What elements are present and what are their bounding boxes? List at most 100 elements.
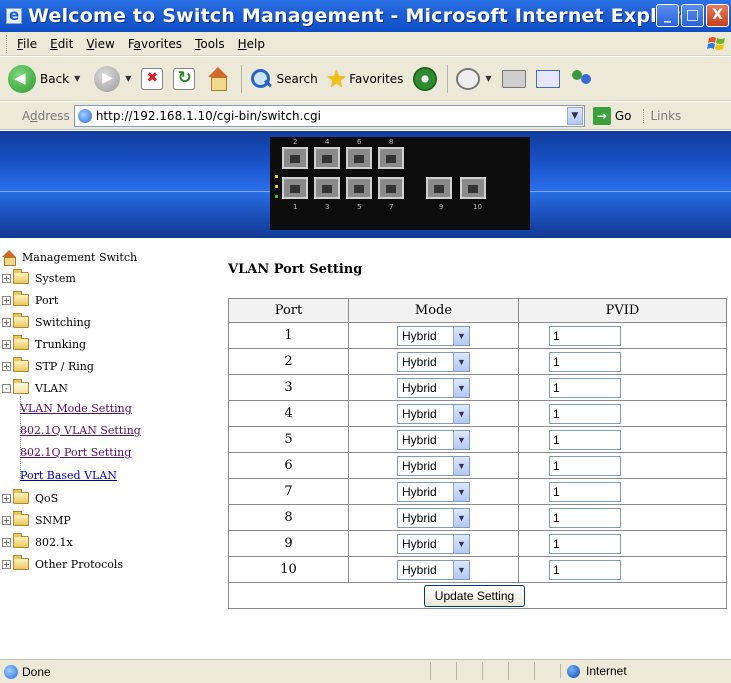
forward-dropdown-icon[interactable]: ▼ <box>125 74 131 83</box>
mode-select[interactable]: Hybrid ▼ <box>397 351 470 372</box>
mode-select[interactable]: Hybrid ▼ <box>397 559 470 580</box>
uplink-port-icon <box>426 177 452 199</box>
menu-edit-label: dit <box>57 36 74 51</box>
tree-item-label: Switching <box>35 315 91 329</box>
history-dropdown-icon[interactable]: ▼ <box>485 74 491 83</box>
expand-icon[interactable]: + <box>2 559 11 569</box>
chevron-down-icon[interactable]: ▼ <box>453 404 469 423</box>
menu-help[interactable]: Help <box>238 37 265 51</box>
minimize-button[interactable]: _ <box>656 4 679 27</box>
expand-icon[interactable]: + <box>2 515 11 525</box>
update-setting-button[interactable]: Update Setting <box>423 584 526 607</box>
chevron-down-icon[interactable]: ▼ <box>453 456 469 475</box>
chevron-down-icon[interactable]: ▼ <box>453 326 469 345</box>
standard-toolbar: Back ▼ ▼ Search ★ Favorites ▼ <box>0 57 731 101</box>
tree-item-port[interactable]: + Port <box>2 291 58 308</box>
search-button[interactable]: Search <box>250 68 318 90</box>
mode-select[interactable]: Hybrid ▼ <box>397 325 470 346</box>
tree-root-management-switch[interactable]: Management Switch <box>2 250 137 266</box>
pvid-input[interactable] <box>549 507 621 528</box>
media-button[interactable] <box>413 66 438 91</box>
print-button[interactable] <box>501 69 526 88</box>
tree-item-system[interactable]: + System <box>2 269 76 286</box>
uplink-number-label: 9 <box>439 203 444 211</box>
mode-select[interactable]: Hybrid ▼ <box>397 377 470 398</box>
menu-file[interactable]: File <box>17 37 37 51</box>
menubar-grip[interactable] <box>6 34 9 53</box>
forward-button[interactable] <box>94 65 121 92</box>
chevron-down-icon[interactable]: ▼ <box>453 352 469 371</box>
pvid-cell <box>518 400 727 427</box>
pvid-input[interactable] <box>549 533 621 554</box>
refresh-button[interactable] <box>173 67 196 90</box>
tree-item-8021x[interactable]: + 802.1x <box>2 533 73 550</box>
menu-tools[interactable]: Tools <box>195 37 225 51</box>
messenger-button[interactable] <box>570 68 594 90</box>
switch-port-icon <box>314 177 340 199</box>
ie-app-icon[interactable] <box>6 6 22 24</box>
chevron-down-icon[interactable]: ▼ <box>453 378 469 397</box>
tree-item-trunking[interactable]: + Trunking <box>2 335 86 352</box>
favorites-button[interactable]: ★ Favorites <box>326 65 404 93</box>
tree-item-vlan[interactable]: - VLAN <box>2 379 68 396</box>
tree-item-qos[interactable]: + QoS <box>2 489 58 506</box>
search-icon <box>250 68 272 90</box>
tree-item-stp-ring[interactable]: + STP / Ring <box>2 357 94 374</box>
mode-select[interactable]: Hybrid ▼ <box>397 403 470 424</box>
tree-item-snmp[interactable]: + SNMP <box>2 511 71 528</box>
chevron-down-icon[interactable]: ▼ <box>453 560 469 579</box>
port-number-label: 3 <box>325 203 330 211</box>
collapse-icon[interactable]: - <box>2 383 11 393</box>
menu-favorites[interactable]: Favorites <box>128 37 182 51</box>
window-titlebar[interactable]: Welcome to Switch Management - Microsoft… <box>0 0 731 32</box>
mode-select[interactable]: Hybrid ▼ <box>397 429 470 450</box>
address-input[interactable]: http://192.168.1.10/cgi-bin/switch.cgi ▼ <box>73 104 585 127</box>
pvid-input[interactable] <box>549 455 621 476</box>
chevron-down-icon[interactable]: ▼ <box>453 534 469 553</box>
expand-icon[interactable]: + <box>2 317 11 327</box>
link-8021q-vlan-setting[interactable]: 802.1Q VLAN Setting <box>20 424 141 437</box>
link-vlan-mode-setting[interactable]: VLAN Mode Setting <box>20 402 132 415</box>
pvid-input[interactable] <box>549 559 621 580</box>
stop-button[interactable] <box>141 67 164 90</box>
back-dropdown-icon[interactable]: ▼ <box>74 74 80 83</box>
security-zone[interactable]: Internet <box>560 664 627 678</box>
menu-file-label: ile <box>23 36 38 51</box>
history-button[interactable] <box>456 67 481 90</box>
pvid-input[interactable] <box>549 351 621 372</box>
expand-icon[interactable]: + <box>2 361 11 371</box>
edit-button[interactable] <box>535 69 560 88</box>
menu-edit[interactable]: Edit <box>50 37 73 51</box>
tree-item-switching[interactable]: + Switching <box>2 313 91 330</box>
expand-icon[interactable]: + <box>2 537 11 547</box>
links-button[interactable]: Links <box>643 108 681 123</box>
mode-select[interactable]: Hybrid ▼ <box>397 481 470 502</box>
pvid-input[interactable] <box>549 481 621 502</box>
maximize-button[interactable]: □ <box>681 4 704 27</box>
expand-icon[interactable]: + <box>2 295 11 305</box>
pvid-input[interactable] <box>549 429 621 450</box>
address-url[interactable]: http://192.168.1.10/cgi-bin/switch.cgi <box>96 109 567 123</box>
go-button[interactable]: → Go <box>592 106 631 125</box>
link-8021q-port-setting[interactable]: 802.1Q Port Setting <box>20 446 131 459</box>
folder-icon <box>13 313 29 328</box>
expand-icon[interactable]: + <box>2 273 11 283</box>
back-button[interactable]: Back ▼ <box>8 64 80 93</box>
mode-select[interactable]: Hybrid ▼ <box>397 533 470 554</box>
expand-icon[interactable]: + <box>2 493 11 503</box>
close-button[interactable]: X <box>706 4 729 27</box>
tree-item-other-protocols[interactable]: + Other Protocols <box>2 555 123 572</box>
link-port-based-vlan[interactable]: Port Based VLAN <box>20 469 117 482</box>
home-button[interactable] <box>205 66 231 91</box>
menu-view[interactable]: View <box>86 37 114 51</box>
chevron-down-icon[interactable]: ▼ <box>453 430 469 449</box>
chevron-down-icon[interactable]: ▼ <box>453 508 469 527</box>
mode-select[interactable]: Hybrid ▼ <box>397 455 470 476</box>
expand-icon[interactable]: + <box>2 339 11 349</box>
pvid-input[interactable] <box>549 403 621 424</box>
address-dropdown-icon[interactable]: ▼ <box>566 106 583 125</box>
mode-select[interactable]: Hybrid ▼ <box>397 507 470 528</box>
pvid-input[interactable] <box>549 377 621 398</box>
pvid-input[interactable] <box>549 325 621 346</box>
chevron-down-icon[interactable]: ▼ <box>453 482 469 501</box>
